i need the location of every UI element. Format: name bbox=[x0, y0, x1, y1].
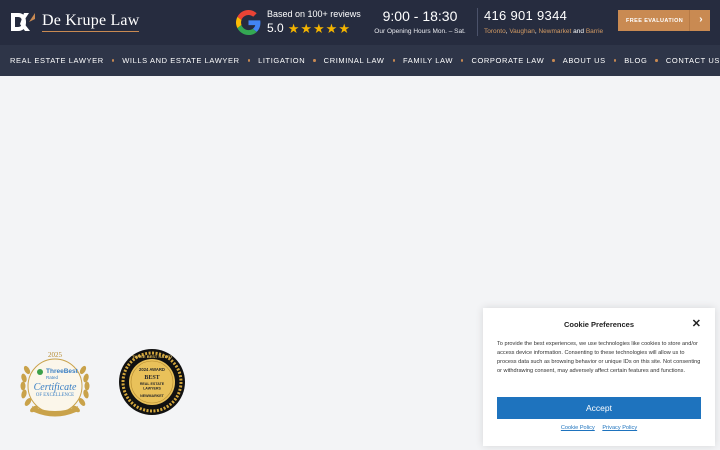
star-icon: ★ bbox=[300, 20, 312, 36]
cookie-links: Cookie Policy Privacy Policy bbox=[483, 425, 715, 431]
brand-name: De Krupe Law bbox=[42, 12, 140, 32]
award-year: 2024 AWARD bbox=[139, 367, 165, 372]
cookie-description: To provide the best experiences, we use … bbox=[497, 341, 701, 374]
cta-label: FREE EVALUATION bbox=[626, 17, 684, 24]
accept-cookies-button[interactable]: Accept bbox=[497, 397, 701, 419]
badge-brand: ThreeBest bbox=[46, 368, 79, 375]
award-city: NEWMARKET bbox=[140, 394, 165, 398]
nav-separator bbox=[111, 59, 115, 62]
star-icon: ★ bbox=[338, 20, 350, 36]
nav-item-criminal-law[interactable]: CRIMINAL LAW bbox=[324, 56, 385, 65]
close-icon[interactable]: ✕ bbox=[692, 319, 701, 330]
nav-item-wills-and-estate-lawyer[interactable]: WILLS AND ESTATE LAWYER bbox=[122, 56, 239, 65]
google-reviews[interactable]: Based on 100+ reviews 5.0 ★ ★ ★ ★ ★ bbox=[236, 8, 361, 36]
nav-item-contact-us[interactable]: CONTACT US bbox=[666, 56, 720, 65]
cta-separator bbox=[689, 10, 690, 31]
privacy-policy-link[interactable]: Privacy Policy bbox=[602, 425, 637, 431]
badge-certificate-subtitle: OF EXCELLENCE bbox=[36, 393, 74, 398]
free-evaluation-button[interactable]: FREE EVALUATION › bbox=[618, 10, 710, 31]
nav-separator bbox=[313, 59, 316, 62]
location-vaughan: Vaughan bbox=[509, 28, 535, 35]
location-newmarket: Newmarket bbox=[538, 28, 572, 35]
star-icon: ★ bbox=[287, 20, 300, 36]
cookie-consent-dialog: Cookie Preferences ✕ To provide the best… bbox=[483, 308, 715, 446]
header-divider bbox=[477, 8, 478, 36]
award-category-2: LAWYERS bbox=[143, 387, 161, 391]
nav-separator bbox=[613, 59, 617, 62]
cookie-policy-link[interactable]: Cookie Policy bbox=[561, 425, 595, 431]
google-g-icon bbox=[236, 9, 261, 35]
best-real-estate-award-badge[interactable]: THREE BEST RATED 2024 AWARD BEST REAL ES… bbox=[118, 348, 186, 416]
main-nav: REAL ESTATE LAWYER WILLS AND ESTATE LAWY… bbox=[0, 45, 720, 76]
badge-rated: Rated bbox=[46, 375, 59, 380]
chevron-right-icon: › bbox=[699, 14, 703, 25]
rating-stars: ★ ★ ★ ★ ★ bbox=[288, 22, 350, 35]
office-locations: Toronto, Vaughan, Newmarket and Barrie bbox=[484, 27, 603, 37]
nav-separator bbox=[392, 59, 395, 62]
hours-caption: Our Opening Hours Mon. – Sat. bbox=[374, 28, 466, 35]
reviews-caption: Based on 100+ reviews bbox=[267, 9, 361, 19]
nav-separator bbox=[552, 59, 555, 62]
threebest-certificate-badge[interactable]: 2025 ThreeBest Rated Certificate OF EXCE… bbox=[18, 348, 92, 420]
nav-item-family-law[interactable]: FAMILY LAW bbox=[403, 56, 453, 65]
badge-certificate-title: Certificate bbox=[34, 382, 77, 393]
nav-separator bbox=[247, 59, 251, 62]
cookie-title: Cookie Preferences bbox=[563, 320, 635, 329]
hours-time: 9:00 - 18:30 bbox=[382, 8, 458, 24]
logo-mark-icon bbox=[10, 11, 36, 33]
site-logo[interactable]: De Krupe Law bbox=[10, 11, 140, 33]
nav-item-real-estate-lawyer[interactable]: REAL ESTATE LAWYER bbox=[10, 56, 104, 65]
nav-separator bbox=[655, 59, 658, 62]
site-header: De Krupe Law Based on 100+ reviews 5.0 ★… bbox=[0, 0, 720, 45]
nav-item-blog[interactable]: BLOG bbox=[624, 56, 647, 65]
star-icon: ★ bbox=[325, 20, 338, 36]
location-separator: and bbox=[571, 28, 586, 35]
star-icon: ★ bbox=[313, 20, 325, 36]
phone-block: 416 901 9344 Toronto, Vaughan, Newmarket… bbox=[484, 8, 603, 37]
award-category: REAL ESTATE bbox=[140, 382, 165, 386]
location-barrie: Barrie bbox=[585, 28, 604, 35]
nav-item-corporate-law[interactable]: CORPORATE LAW bbox=[471, 56, 544, 65]
award-best: BEST bbox=[144, 375, 159, 381]
rating-score: 5.0 bbox=[267, 21, 284, 35]
nav-separator bbox=[461, 59, 464, 62]
phone-number-link[interactable]: 416 901 9344 bbox=[484, 8, 603, 23]
nav-item-litigation[interactable]: LITIGATION bbox=[258, 56, 305, 65]
nav-item-about-us[interactable]: ABOUT US bbox=[563, 56, 606, 65]
location-toronto: Toronto bbox=[484, 28, 506, 35]
badge-year: 2025 bbox=[48, 351, 63, 359]
opening-hours: 9:00 - 18:30 Our Opening Hours Mon. – Sa… bbox=[372, 8, 468, 37]
award-top-text: THREE BEST RATED bbox=[132, 354, 172, 359]
